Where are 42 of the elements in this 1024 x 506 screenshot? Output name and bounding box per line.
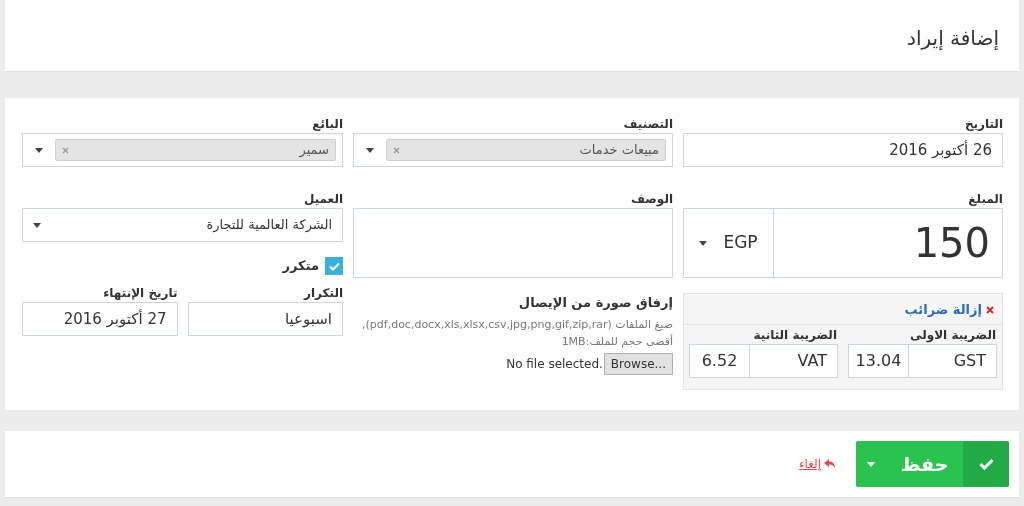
text-field[interactable]: اسبوعيا xyxy=(187,302,343,336)
undo-icon xyxy=(824,459,836,469)
field-label: المبلغ xyxy=(967,192,1003,207)
text-field[interactable]: GST xyxy=(908,344,997,378)
file-help-text: صيغ الملفات (pdf,doc,docx,xls,xlsx,csv,jpg,png,gif,zip,rar), أقصى حجم للملف:1MB xyxy=(361,317,673,350)
selected-tag: مبيعات خدمات xyxy=(386,139,666,161)
page-title: إضافة إيراد xyxy=(907,24,999,52)
recurring-label: متكرر xyxy=(282,257,319,276)
select-field[interactable]: سمير xyxy=(22,133,343,167)
field-label: تاريخ الإنتهاء xyxy=(102,286,178,301)
field-label: التصنيف xyxy=(622,117,673,132)
clear-icon[interactable] xyxy=(62,146,69,154)
text-field[interactable]: VAT xyxy=(749,344,838,378)
text-field[interactable]: 6.52 xyxy=(689,344,749,378)
field-label: الضريبة الثانية xyxy=(752,328,838,343)
check-icon xyxy=(328,261,340,271)
field-label: الضريبة الاولى xyxy=(909,328,997,343)
text-field[interactable]: 26 أكتوبر 2016 xyxy=(683,133,1003,167)
field-label: التكرار xyxy=(302,286,343,301)
remove-taxes-link[interactable]: إزالة ضرائب xyxy=(904,300,982,320)
text-field[interactable]: 13.04 xyxy=(848,344,908,378)
file-status: No file selected. xyxy=(506,356,603,373)
caret-icon xyxy=(35,147,43,153)
browse-button[interactable]: Browse... xyxy=(603,353,673,375)
selected-tag: سمير xyxy=(55,139,336,161)
select-field[interactable]: مبيعات خدمات xyxy=(353,133,673,167)
cancel-link[interactable]: إلغاء xyxy=(798,455,836,473)
field-label: الوصف xyxy=(629,192,673,207)
caret-icon xyxy=(366,147,374,153)
field-label: إرفاق صورة من الإيصال xyxy=(517,295,673,310)
field-label: البائع xyxy=(311,117,343,132)
text-field[interactable]: 27 أكتوبر 2016 xyxy=(22,302,178,336)
field-label: التاريخ xyxy=(963,117,1003,132)
clear-icon[interactable] xyxy=(393,146,400,154)
caret-icon xyxy=(867,461,875,467)
caret-icon xyxy=(33,222,41,228)
client-select[interactable]: الشركة العالمية للتجارة xyxy=(22,208,343,242)
remove-icon[interactable] xyxy=(986,306,994,314)
check-icon xyxy=(978,458,994,470)
recurring-checkbox[interactable] xyxy=(325,257,343,275)
field-label: العميل xyxy=(302,192,343,207)
description-field[interactable] xyxy=(353,208,673,278)
